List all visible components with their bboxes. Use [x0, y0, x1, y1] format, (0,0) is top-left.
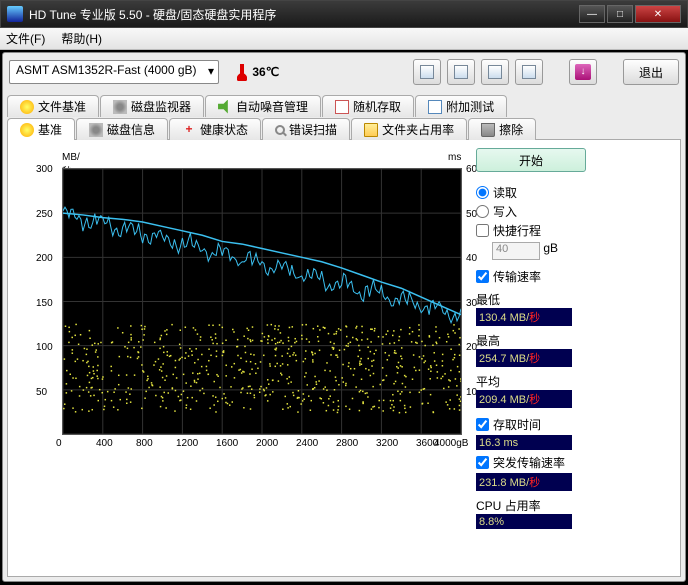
read-radio[interactable]: 读取 — [476, 184, 586, 201]
cpu-value: 8.8% — [476, 514, 572, 529]
clip-icon — [428, 100, 442, 114]
tab-aam[interactable]: 自动噪音管理 — [205, 95, 321, 117]
download-icon: ↓ — [575, 64, 591, 80]
disk-icon — [113, 100, 127, 114]
save-icon — [522, 65, 536, 79]
menu-help[interactable]: 帮助(H) — [61, 30, 102, 47]
burst-rate-checkbox[interactable]: 突发传输速率 — [476, 454, 586, 471]
download-button[interactable]: ↓ — [569, 59, 597, 85]
tab-extra-tests[interactable]: 附加测试 — [415, 95, 507, 117]
copy-button[interactable] — [413, 59, 441, 85]
tab-health[interactable]: +健康状态 — [169, 118, 261, 140]
close-button[interactable]: ✕ — [635, 5, 681, 23]
camera-button[interactable] — [481, 59, 509, 85]
copy-icon — [420, 65, 434, 79]
dice-icon — [335, 100, 349, 114]
tab-benchmark[interactable]: 基准 — [7, 118, 75, 140]
disk-icon — [89, 123, 103, 137]
max-label: 最高 — [476, 332, 586, 349]
maximize-button[interactable]: □ — [607, 5, 633, 23]
tab-error-scan[interactable]: 错误扫描 — [262, 118, 350, 140]
temperature: 36℃ — [235, 63, 279, 81]
thermometer-icon — [235, 63, 249, 81]
write-radio[interactable]: 写入 — [476, 203, 586, 220]
start-button[interactable]: 开始 — [476, 148, 586, 172]
folder-icon — [364, 123, 378, 137]
avg-value: 209.4 MB/秒 — [476, 390, 572, 408]
benchmark-panel: MB/秒 ms 30025020015010050605040302010 04… — [7, 139, 681, 577]
min-value: 130.4 MB/秒 — [476, 308, 572, 326]
short-stroke-value: 40 — [492, 242, 540, 260]
minimize-button[interactable]: — — [579, 5, 605, 23]
toolbar: ASMT ASM1352R-Fast (4000 gB) 36℃ ↓ 退出 — [3, 53, 685, 91]
save-button[interactable] — [515, 59, 543, 85]
short-stroke-checkbox[interactable]: 快捷行程 — [476, 222, 586, 239]
screenshot-icon — [454, 65, 468, 79]
main-frame: ASMT ASM1352R-Fast (4000 gB) 36℃ ↓ 退出 文件… — [2, 52, 686, 582]
app-icon — [7, 6, 23, 22]
avg-label: 平均 — [476, 373, 586, 390]
access-time-checkbox[interactable]: 存取时间 — [476, 416, 586, 433]
window-title: HD Tune 专业版 5.50 - 硬盘/固态硬盘实用程序 — [29, 6, 577, 23]
cpu-label: CPU 占用率 — [476, 497, 586, 514]
trash-icon — [481, 123, 495, 137]
tab-info[interactable]: 磁盘信息 — [76, 118, 168, 140]
menu-file[interactable]: 文件(F) — [6, 30, 45, 47]
side-panel: 开始 读取 写入 快捷行程 40 gB 传输速率 最低 130.4 MB/秒 最… — [476, 148, 586, 529]
tabs-lower: 基准 磁盘信息 +健康状态 错误扫描 文件夹占用率 擦除 — [3, 118, 685, 140]
bulb-icon — [20, 123, 34, 137]
max-value: 254.7 MB/秒 — [476, 349, 572, 367]
tab-folder-usage[interactable]: 文件夹占用率 — [351, 118, 467, 140]
min-label: 最低 — [476, 291, 586, 308]
tab-file-benchmark[interactable]: 文件基准 — [7, 95, 99, 117]
plus-icon: + — [182, 123, 196, 137]
benchmark-chart — [62, 168, 462, 435]
tabs-upper: 文件基准 磁盘监视器 自动噪音管理 随机存取 附加测试 — [3, 95, 685, 117]
titlebar: HD Tune 专业版 5.50 - 硬盘/固态硬盘实用程序 — □ ✕ — [0, 0, 688, 28]
camera-icon — [488, 65, 502, 79]
burst-value: 231.8 MB/秒 — [476, 473, 572, 491]
magnifier-icon — [275, 125, 285, 135]
device-select[interactable]: ASMT ASM1352R-Fast (4000 gB) — [9, 60, 219, 84]
screenshot-button[interactable] — [447, 59, 475, 85]
sound-icon — [218, 100, 232, 114]
bulb-icon — [20, 100, 34, 114]
menubar: 文件(F) 帮助(H) — [0, 28, 688, 50]
y-right-label: ms — [448, 152, 461, 163]
access-value: 16.3 ms — [476, 435, 572, 450]
exit-button[interactable]: 退出 — [623, 59, 679, 85]
tab-disk-monitor[interactable]: 磁盘监视器 — [100, 95, 204, 117]
tab-erase[interactable]: 擦除 — [468, 118, 536, 140]
transfer-rate-checkbox[interactable]: 传输速率 — [476, 268, 586, 285]
tab-random-access[interactable]: 随机存取 — [322, 95, 414, 117]
